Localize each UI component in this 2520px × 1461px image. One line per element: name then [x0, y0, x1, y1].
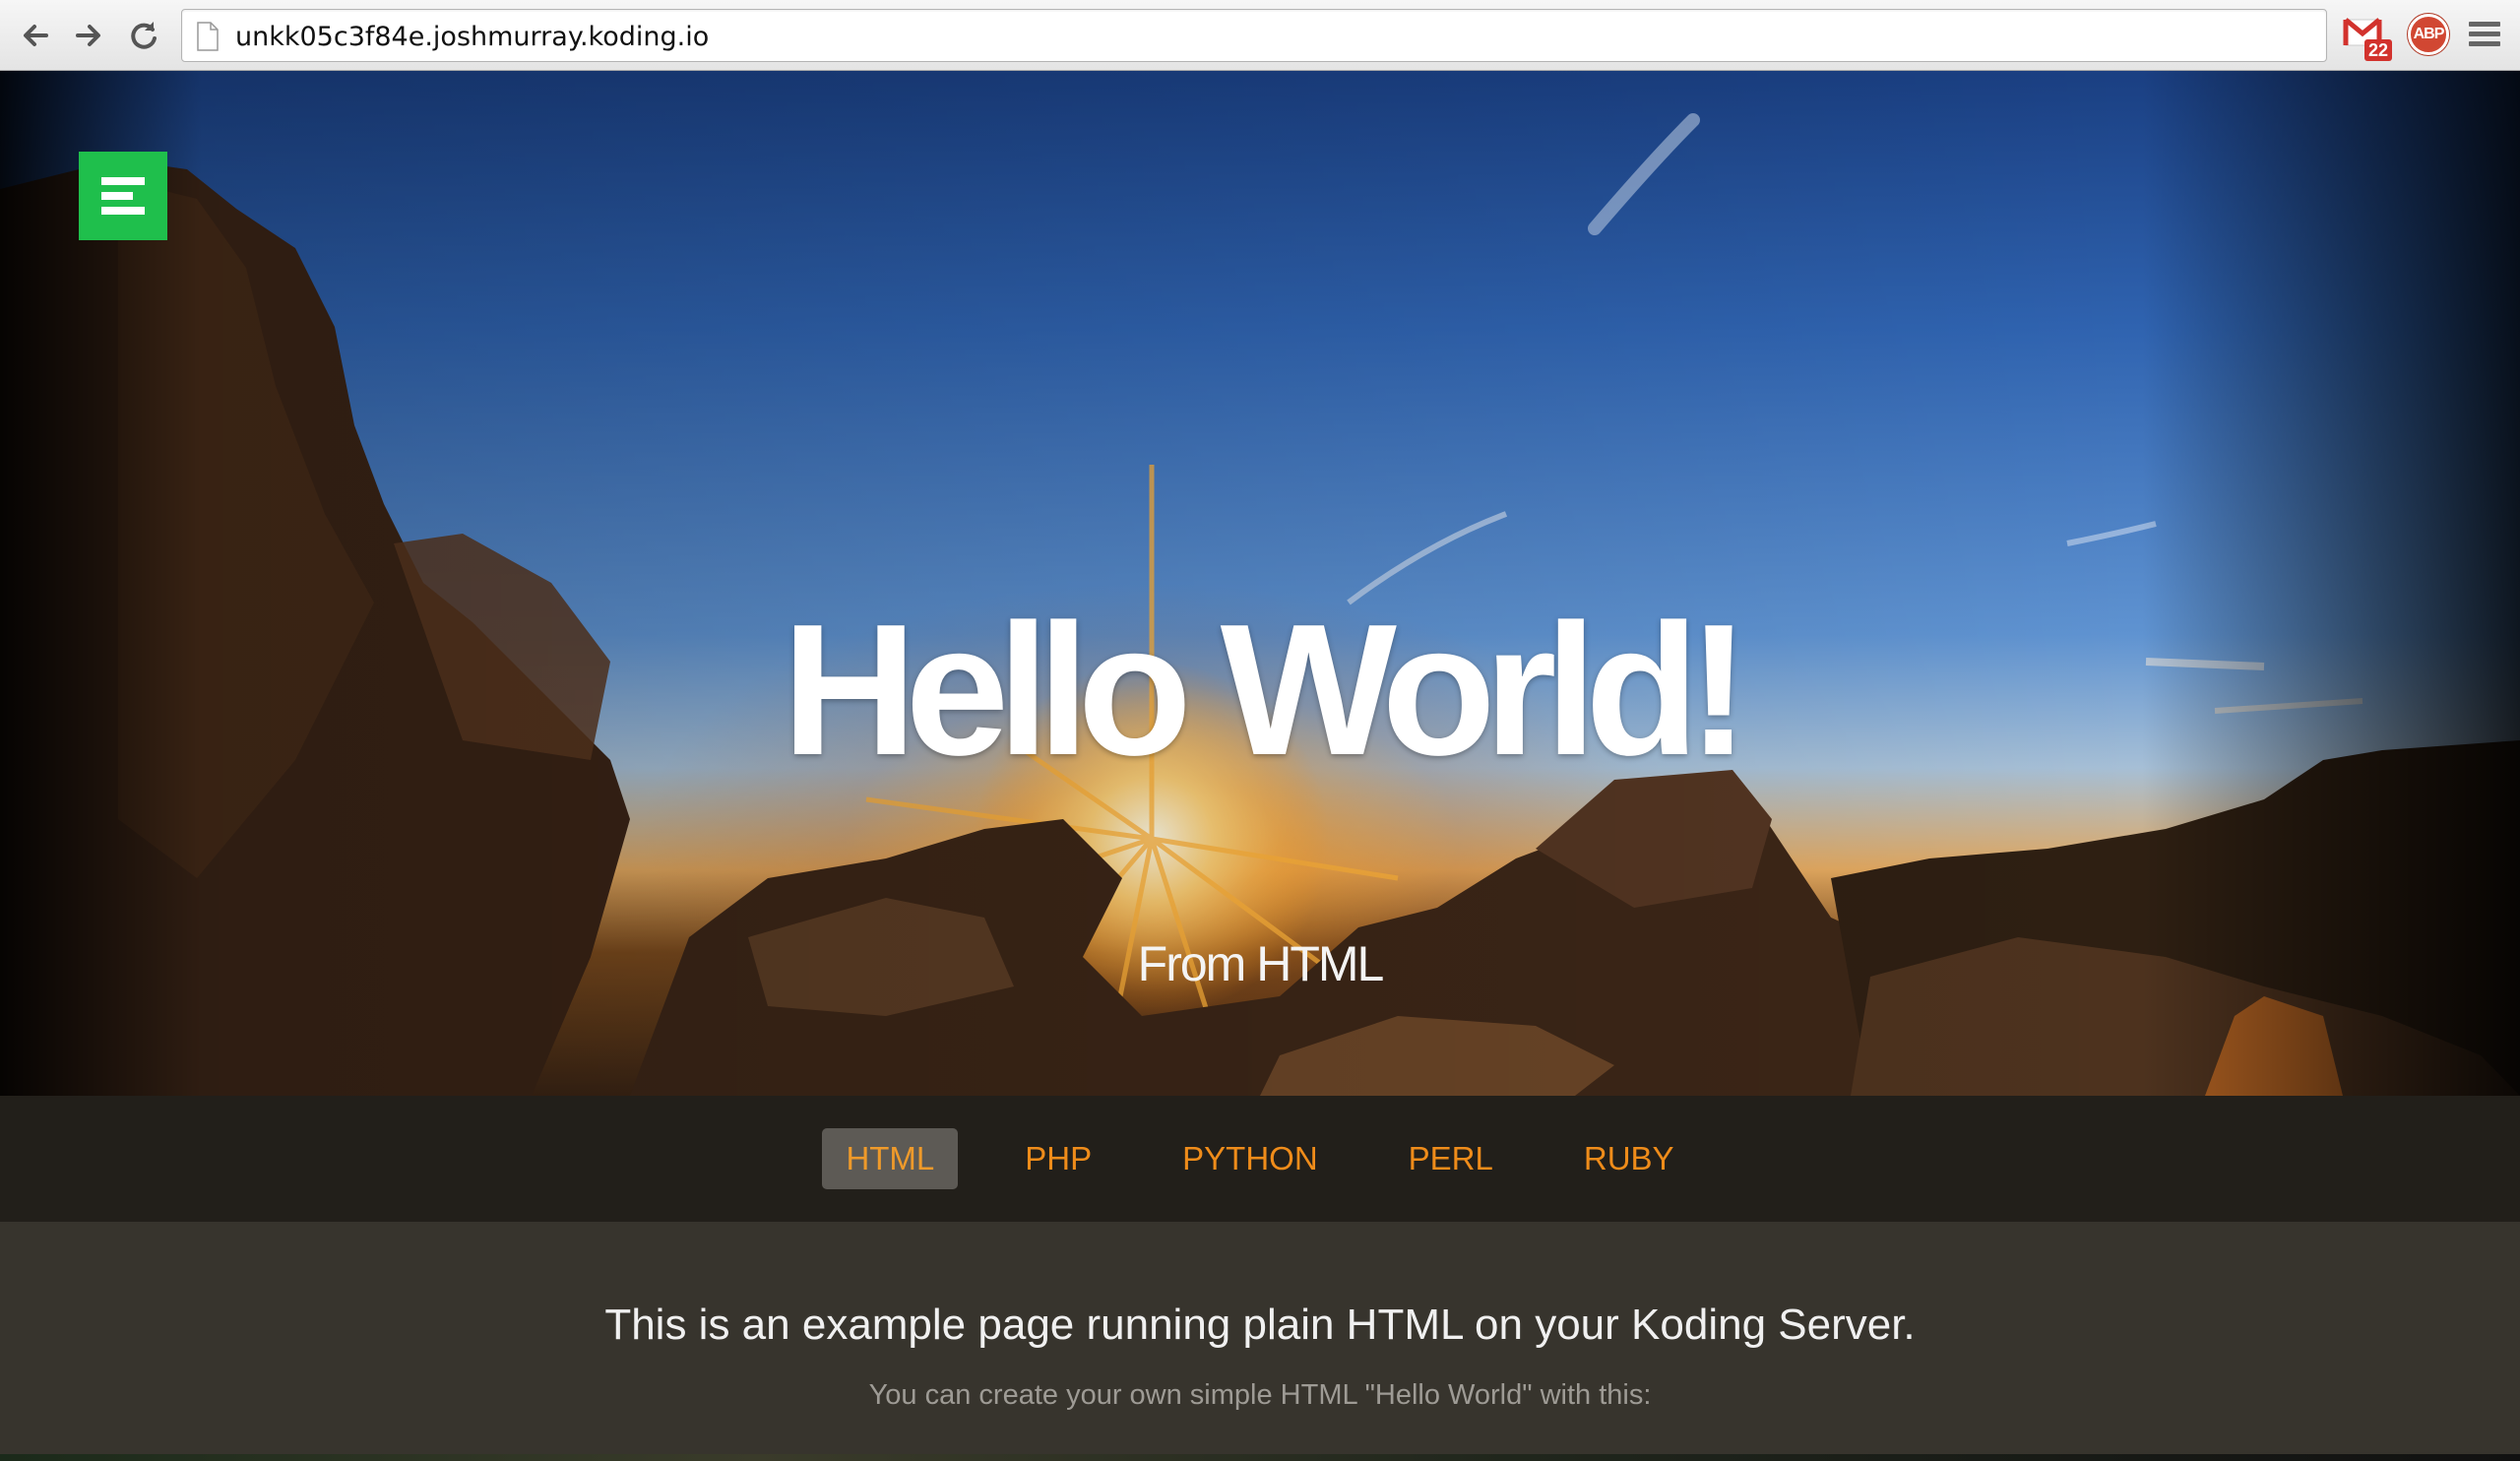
browser-menu-icon[interactable]	[2467, 18, 2502, 53]
menu-toggle-button[interactable]	[79, 152, 167, 240]
content-section: This is an example page running plain HT…	[0, 1222, 2520, 1454]
tab-python[interactable]: PYTHON	[1159, 1128, 1342, 1189]
url-text: unkk05c3f84e.joshmurray.koding.io	[235, 22, 710, 52]
forward-arrow-icon[interactable]	[67, 14, 110, 57]
gmail-unread-badge: 22	[2364, 39, 2392, 61]
hero-banner: Hello World! From HTML	[0, 71, 2520, 1096]
back-arrow-icon[interactable]	[14, 14, 57, 57]
tab-html[interactable]: HTML	[822, 1128, 959, 1189]
reload-icon[interactable]	[122, 14, 165, 57]
content-heading: This is an example page running plain HT…	[604, 1301, 1916, 1349]
content-description: You can create your own simple HTML "Hel…	[868, 1379, 1652, 1411]
tab-perl[interactable]: PERL	[1385, 1128, 1517, 1189]
language-tabs: HTML PHP PYTHON PERL RUBY	[0, 1096, 2520, 1222]
browser-toolbar: unkk05c3f84e.joshmurray.koding.io 22 ABP	[0, 0, 2520, 71]
page-icon	[197, 22, 219, 51]
hero-title: Hello World!	[782, 586, 1749, 794]
tab-php[interactable]: PHP	[1001, 1128, 1115, 1189]
bottom-image-strip	[0, 1454, 2520, 1461]
hero-subtitle: From HTML	[1137, 936, 1385, 991]
gmail-extension-icon[interactable]: 22	[2343, 14, 2392, 61]
address-bar[interactable]: unkk05c3f84e.joshmurray.koding.io	[181, 9, 2327, 62]
tab-ruby[interactable]: RUBY	[1560, 1128, 1698, 1189]
adblock-icon[interactable]: ABP	[2408, 14, 2449, 55]
